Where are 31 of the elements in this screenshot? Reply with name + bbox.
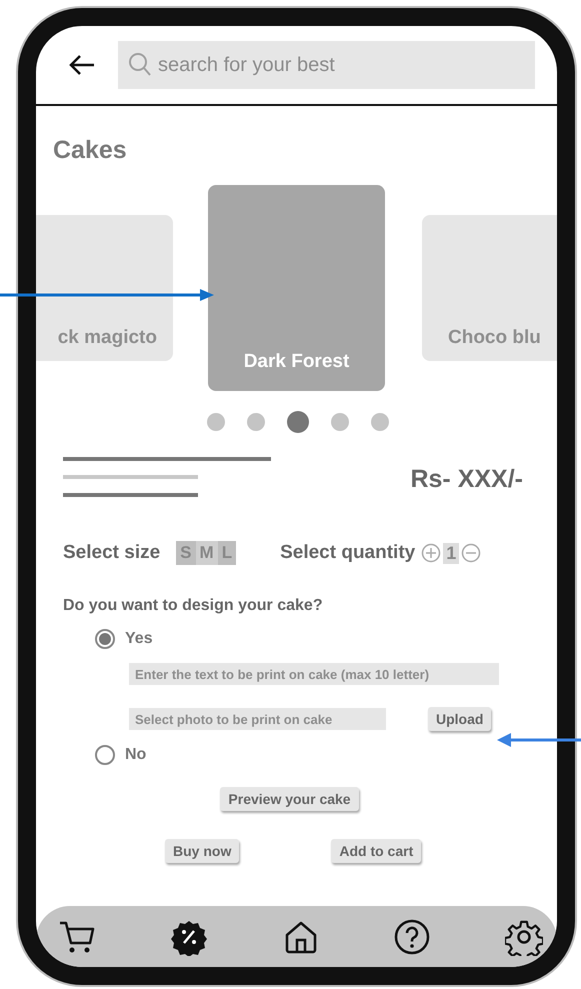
search-icon: [128, 52, 152, 78]
page-dot[interactable]: [286, 411, 308, 433]
price-text: Rs- XXX/-: [410, 465, 523, 494]
quantity-value: 1: [443, 542, 460, 564]
back-button[interactable]: [68, 53, 96, 77]
size-option[interactable]: M: [196, 541, 218, 565]
option-label: No: [125, 746, 146, 764]
search-field[interactable]: search for your best: [118, 41, 535, 89]
option-label: Yes: [125, 630, 153, 648]
plus-icon[interactable]: [421, 543, 442, 563]
buy-button[interactable]: Buy now: [165, 839, 240, 863]
quantity-label: Select quantity: [280, 542, 416, 564]
text-field[interactable]: Enter the text to be print on cake (max 10 letter): [129, 663, 499, 685]
help-icon[interactable]: [393, 918, 432, 956]
minus-icon[interactable]: [461, 543, 482, 563]
cart-button[interactable]: Add to cart: [331, 839, 422, 863]
page-dot[interactable]: [206, 413, 224, 431]
photo-field[interactable]: Select photo to be print on cake: [129, 708, 386, 730]
radio-button[interactable]: [95, 745, 115, 765]
question-text: Do you want to design your cake?: [63, 597, 324, 615]
product-card[interactable]: Dark Forest: [208, 185, 385, 391]
product-card[interactable]: ck magicto: [36, 215, 173, 361]
upload-button[interactable]: Upload: [428, 707, 492, 731]
radio-button[interactable]: [95, 629, 115, 649]
page-title: Cakes: [53, 136, 128, 165]
preview-button[interactable]: Preview your cake: [220, 787, 359, 811]
product-card[interactable]: Choco blu: [422, 215, 557, 361]
page-dot[interactable]: [330, 413, 348, 431]
page-dot[interactable]: [246, 413, 264, 431]
page-dot[interactable]: [370, 413, 388, 431]
size-label: Select size: [63, 542, 160, 564]
